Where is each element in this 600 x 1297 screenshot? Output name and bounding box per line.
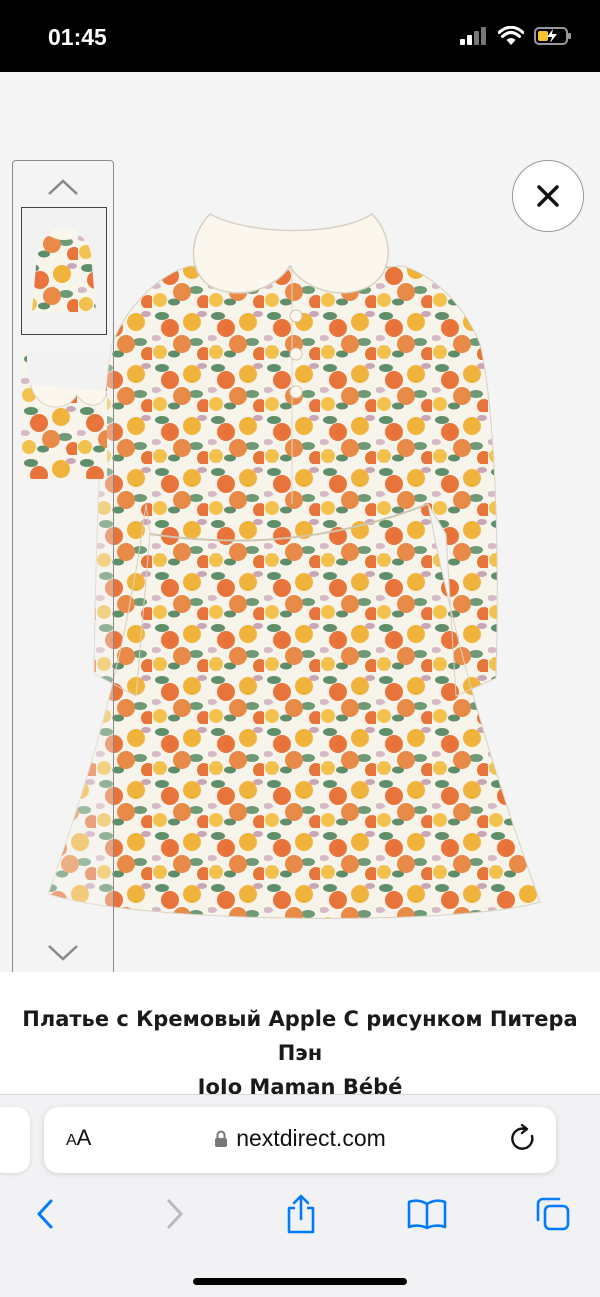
product-caption: Платье с Кремовый Apple С рисунком Питер… — [0, 972, 600, 1099]
product-image[interactable] — [40, 204, 580, 949]
home-indicator[interactable] — [193, 1278, 407, 1285]
tabs-button[interactable] — [528, 1189, 578, 1239]
product-title-line-1: Платье с Кремовый Apple С рисунком Питер… — [22, 1007, 578, 1065]
forward-icon — [167, 1199, 183, 1229]
back-icon — [37, 1199, 53, 1229]
thumbnail-2-image — [21, 351, 107, 479]
reload-button[interactable] — [510, 1123, 538, 1159]
battery-charging-icon — [534, 27, 571, 45]
close-icon — [537, 185, 559, 207]
bookmarks-button[interactable] — [402, 1189, 452, 1239]
thumbnail-strip — [12, 160, 114, 972]
browser-toolbar — [0, 1189, 600, 1239]
chevron-down-icon — [48, 945, 78, 961]
lock-icon — [215, 1130, 228, 1147]
reload-icon — [511, 1123, 534, 1150]
thumbnails-up-button[interactable] — [13, 165, 113, 209]
close-button[interactable] — [512, 160, 584, 232]
browser-chrome: AA nextdirect.com — [0, 1094, 600, 1297]
status-time: 01:45 — [48, 24, 107, 50]
status-bar: 01:45 — [0, 0, 600, 72]
wifi-icon — [498, 26, 524, 45]
thumbnail-1[interactable] — [21, 207, 107, 335]
thumbnails-down-button[interactable] — [13, 931, 113, 972]
status-icons — [460, 26, 572, 46]
share-button[interactable] — [276, 1189, 326, 1239]
cellular-signal-icon — [460, 27, 486, 45]
back-button[interactable] — [20, 1189, 70, 1239]
thumbnail-2[interactable] — [21, 351, 107, 479]
share-icon — [287, 1194, 315, 1234]
thumbnail-1-image — [22, 208, 106, 334]
forward-button[interactable] — [150, 1189, 200, 1239]
tabs-icon — [536, 1197, 570, 1231]
chevron-up-icon — [48, 179, 78, 195]
url-display[interactable]: nextdirect.com — [44, 1125, 556, 1152]
address-bar[interactable]: AA nextdirect.com — [44, 1107, 556, 1173]
image-viewer — [0, 72, 600, 972]
previous-tab-peek[interactable] — [0, 1107, 30, 1173]
url-text: nextdirect.com — [236, 1125, 386, 1151]
bookmarks-icon — [407, 1199, 447, 1230]
